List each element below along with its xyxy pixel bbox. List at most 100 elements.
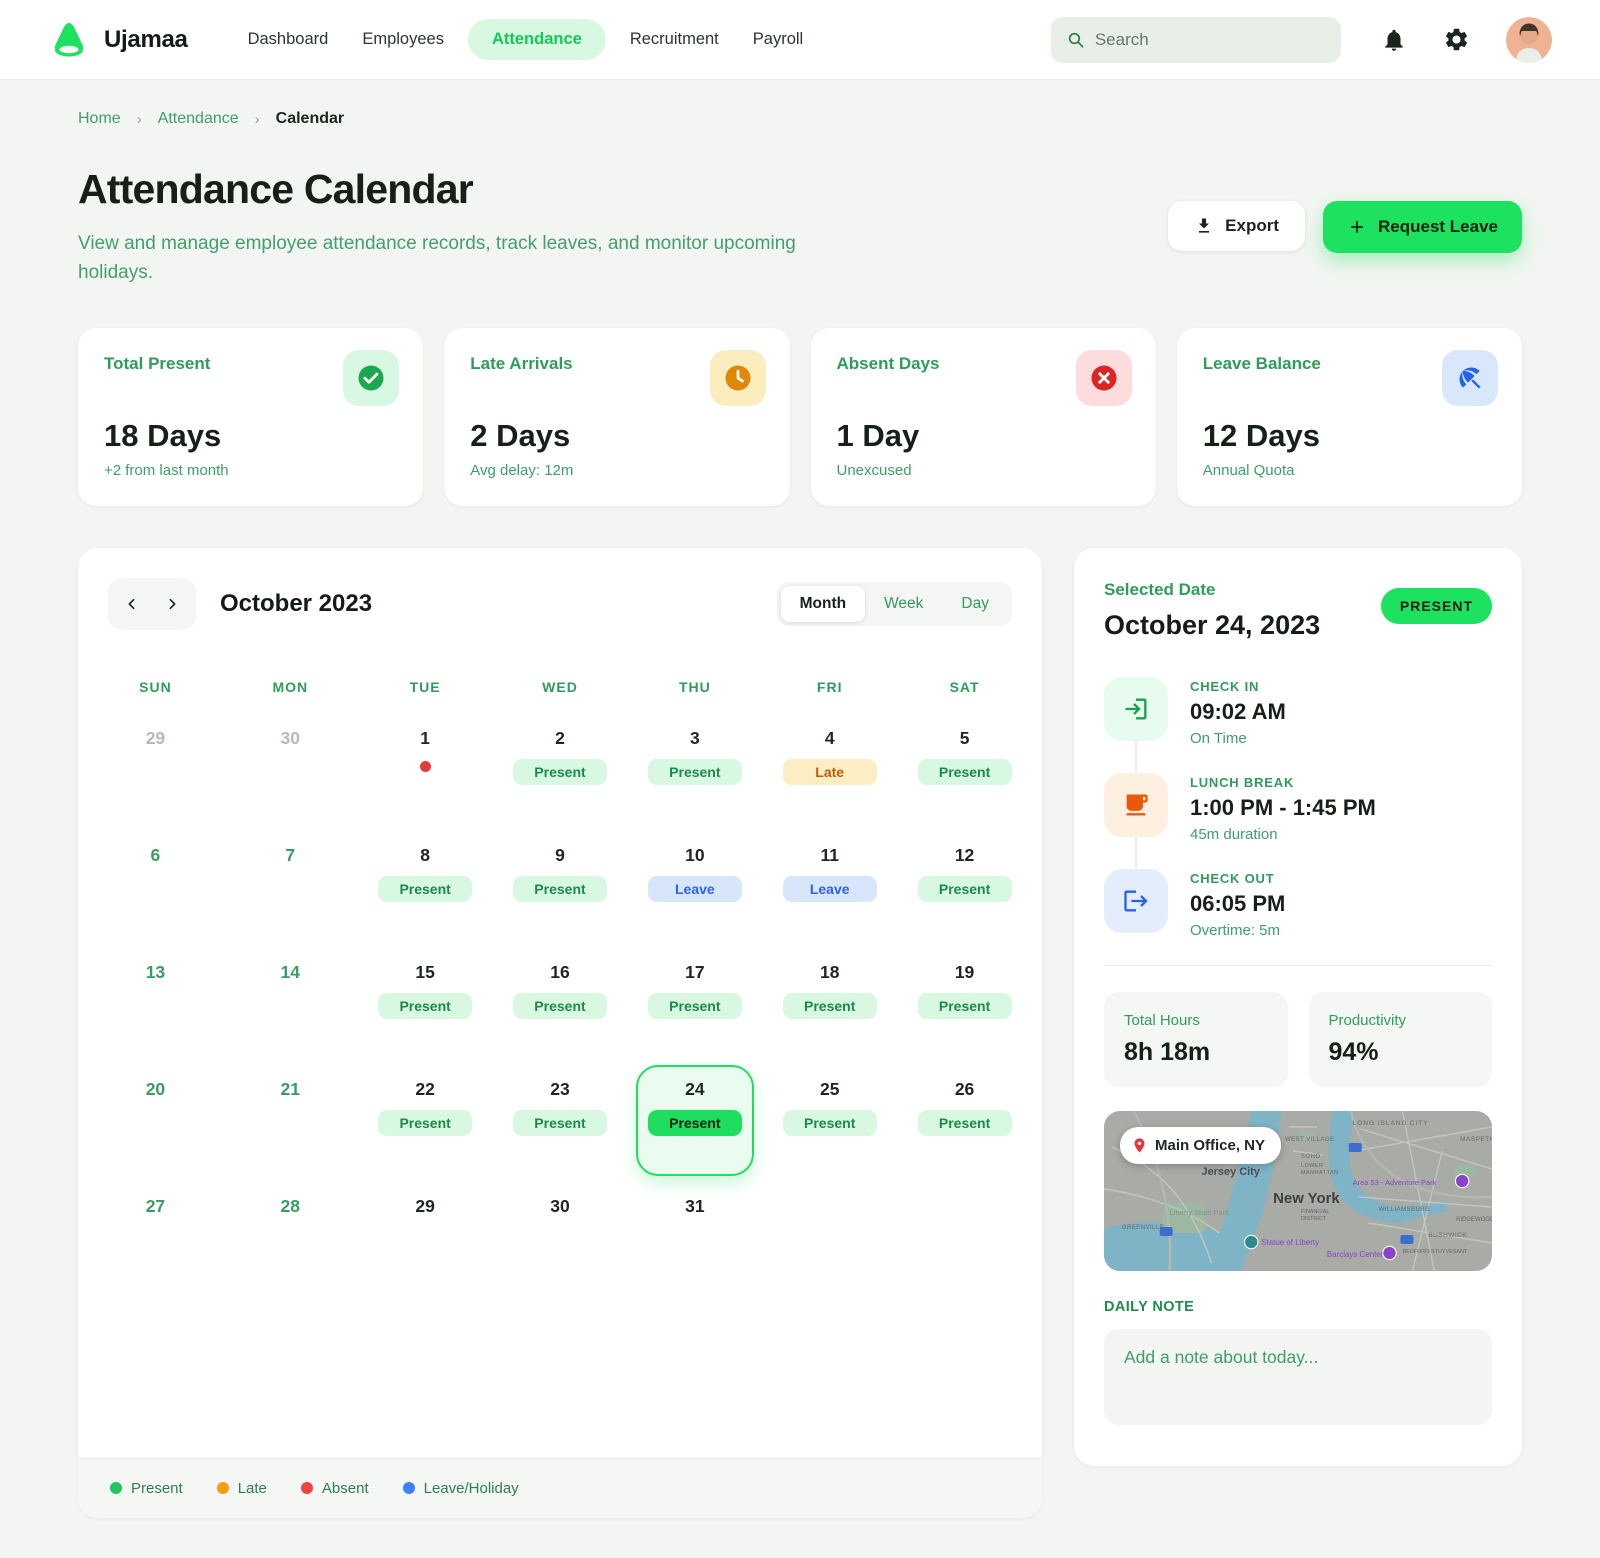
legend-label: Leave/Holiday xyxy=(424,1480,519,1497)
nav-recruitment[interactable]: Recruitment xyxy=(620,20,729,59)
attendance-badge: Present xyxy=(378,993,472,1019)
day-of-week-header: SUNMONTUEWEDTHUFRISAT xyxy=(78,646,1042,714)
brand-name: Ujamaa xyxy=(104,26,188,54)
calendar-day[interactable]: 1 xyxy=(358,714,493,831)
view-month-button[interactable]: Month xyxy=(781,586,865,622)
attendance-badge: Late xyxy=(783,759,877,785)
attendance-badge: Present xyxy=(918,1110,1012,1136)
attendance-badge: Present xyxy=(918,876,1012,902)
nav-employees[interactable]: Employees xyxy=(352,20,454,59)
view-week-button[interactable]: Week xyxy=(865,586,942,622)
calendar-day[interactable]: 3Present xyxy=(627,714,762,831)
calendar-day[interactable]: 23Present xyxy=(493,1065,628,1182)
calendar-day[interactable]: 13 xyxy=(88,948,223,1065)
calendar-day[interactable]: 5Present xyxy=(897,714,1032,831)
day-number: 19 xyxy=(955,962,974,983)
stat-sub: Annual Quota xyxy=(1203,462,1496,479)
calendar-day[interactable]: 6 xyxy=(88,831,223,948)
day-number: 13 xyxy=(146,962,165,983)
calendar-day[interactable]: 31 xyxy=(627,1182,762,1299)
calendar-day[interactable]: 9Present xyxy=(493,831,628,948)
calendar-day[interactable]: 15Present xyxy=(358,948,493,1065)
calendar-day[interactable]: 11 Leave xyxy=(762,831,897,948)
calendar-day[interactable]: 19 Present xyxy=(897,948,1032,1065)
user-avatar[interactable] xyxy=(1506,17,1552,63)
day-number: 30 xyxy=(550,1196,569,1217)
calendar-day[interactable]: 16Present xyxy=(493,948,628,1065)
check-circle-icon xyxy=(343,350,399,406)
day-number: 25 xyxy=(820,1079,839,1100)
day-number: 12 xyxy=(955,845,974,866)
calendar-day[interactable]: 4Late xyxy=(762,714,897,831)
calendar-day[interactable]: 22Present xyxy=(358,1065,493,1182)
calendar-day[interactable]: 12 Present xyxy=(897,831,1032,948)
legend-label: Present xyxy=(131,1480,183,1497)
main-nav: Dashboard Employees Attendance Recruitme… xyxy=(238,19,814,60)
calendar-day[interactable]: 17Present xyxy=(627,948,762,1065)
breadcrumb-attendance[interactable]: Attendance xyxy=(158,110,239,128)
avatar-illustration xyxy=(1506,17,1552,63)
calendar-card: October 2023 Month Week Day SUNMONTUEWED… xyxy=(78,548,1042,1518)
day-number: 6 xyxy=(151,845,161,866)
search-input[interactable] xyxy=(1095,30,1325,50)
metric-productivity: Productivity 94% xyxy=(1309,992,1493,1087)
calendar-day[interactable]: 18Present xyxy=(762,948,897,1065)
calendar-day[interactable]: 25Present xyxy=(762,1065,897,1182)
svg-text:New York: New York xyxy=(1273,1190,1340,1207)
view-day-button[interactable]: Day xyxy=(942,586,1008,622)
day-number: 18 xyxy=(820,962,839,983)
calendar-day[interactable]: 20 xyxy=(88,1065,223,1182)
daily-note-input[interactable] xyxy=(1104,1329,1492,1425)
export-button[interactable]: Export xyxy=(1168,201,1305,251)
office-location-map[interactable]: LONG ISLAND CITY MASPETH WEST VILLAGE SO… xyxy=(1104,1111,1492,1271)
calendar-day[interactable]: 29 xyxy=(358,1182,493,1299)
breadcrumb-home[interactable]: Home xyxy=(78,110,121,128)
day-number: 11 xyxy=(820,845,839,866)
day-number: 20 xyxy=(146,1079,165,1100)
svg-text:GREENVILLE: GREENVILLE xyxy=(1122,1225,1164,1231)
clock-icon xyxy=(710,350,766,406)
calendar-day[interactable]: 21 xyxy=(223,1065,358,1182)
calendar-day[interactable]: 30 xyxy=(493,1182,628,1299)
calendar-day[interactable]: 2Present xyxy=(493,714,628,831)
search-box[interactable] xyxy=(1051,17,1341,63)
breadcrumb-current: Calendar xyxy=(276,110,344,128)
calendar-day[interactable]: 8Present xyxy=(358,831,493,948)
stat-card-total-present: Total Present 18 Days +2 from last month xyxy=(78,328,423,506)
settings-button[interactable] xyxy=(1443,26,1470,53)
svg-text:LOWER: LOWER xyxy=(1301,1163,1324,1169)
selected-date-label: Selected Date xyxy=(1104,580,1320,600)
legend-label: Late xyxy=(238,1480,267,1497)
calendar-day[interactable]: 29 xyxy=(88,714,223,831)
calendar-day[interactable]: 7 xyxy=(223,831,358,948)
attendance-badge: Leave xyxy=(783,876,877,902)
absent-dot xyxy=(420,761,431,772)
stat-value: 18 Days xyxy=(104,418,397,454)
timeline-sub: On Time xyxy=(1190,730,1286,747)
stat-sub: +2 from last month xyxy=(104,462,397,479)
notifications-button[interactable] xyxy=(1381,27,1407,53)
calendar-day[interactable]: 14 xyxy=(223,948,358,1065)
page-subtitle: View and manage employee attendance reco… xyxy=(78,229,858,288)
calendar-day[interactable]: 10Leave xyxy=(627,831,762,948)
attendance-badge: Present xyxy=(918,993,1012,1019)
timeline-sub: 45m duration xyxy=(1190,826,1376,843)
prev-month-button[interactable] xyxy=(112,582,152,626)
nav-payroll[interactable]: Payroll xyxy=(743,20,813,59)
next-month-button[interactable] xyxy=(152,582,192,626)
calendar-day[interactable]: 26Present xyxy=(897,1065,1032,1182)
calendar-day[interactable]: 28 xyxy=(223,1182,358,1299)
gear-icon xyxy=(1443,26,1470,53)
nav-attendance[interactable]: Attendance xyxy=(468,19,606,60)
attendance-badge: Leave xyxy=(648,876,742,902)
calendar-day[interactable]: 27 xyxy=(88,1182,223,1299)
brand[interactable]: Ujamaa xyxy=(48,19,188,61)
calendar-day[interactable]: 24Present xyxy=(627,1065,762,1182)
day-number: 17 xyxy=(685,962,704,983)
umbrella-icon xyxy=(1442,350,1498,406)
nav-dashboard[interactable]: Dashboard xyxy=(238,20,339,59)
request-leave-button[interactable]: Request Leave xyxy=(1323,201,1522,253)
svg-text:MANHATTAN: MANHATTAN xyxy=(1301,1170,1339,1176)
day-number: 21 xyxy=(281,1079,300,1100)
calendar-day[interactable]: 30 xyxy=(223,714,358,831)
